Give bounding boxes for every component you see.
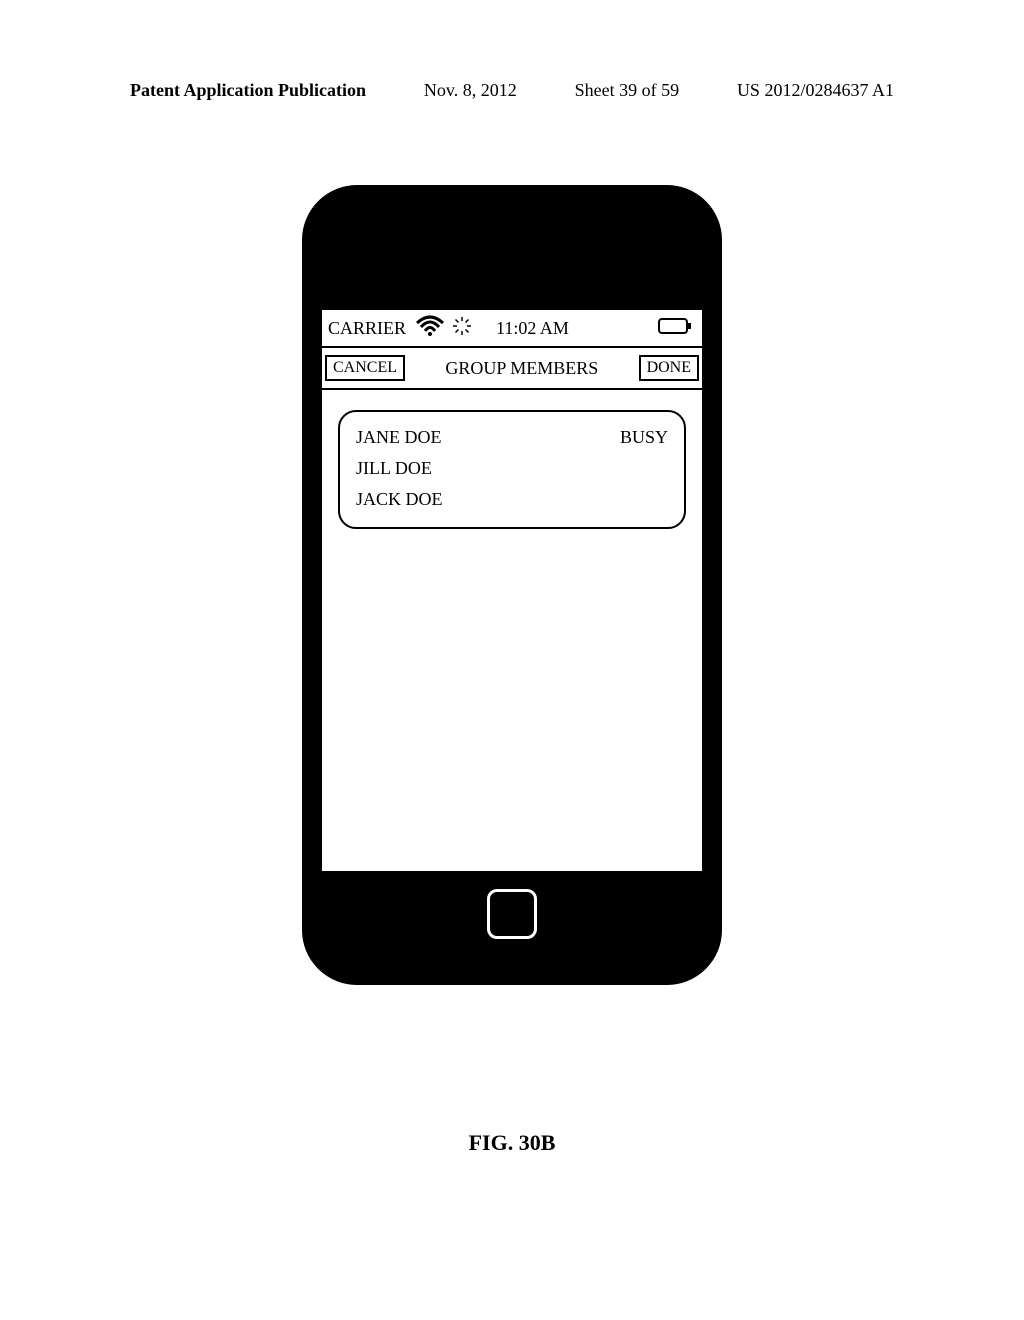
publication-date: Nov. 8, 2012 bbox=[424, 80, 517, 101]
nav-title: GROUP MEMBERS bbox=[405, 358, 639, 379]
sheet-number: Sheet 39 of 59 bbox=[575, 80, 679, 101]
phone-screen: CARRIER bbox=[320, 308, 704, 873]
list-item[interactable]: JANE DOE BUSY bbox=[354, 422, 670, 453]
clock-label: 11:02 AM bbox=[496, 318, 569, 339]
nav-bar: CANCEL GROUP MEMBERS DONE bbox=[322, 348, 702, 390]
member-status: BUSY bbox=[620, 427, 668, 448]
status-bar: CARRIER bbox=[322, 310, 702, 348]
activity-icon bbox=[452, 316, 472, 341]
done-button[interactable]: DONE bbox=[639, 355, 699, 381]
document-number: US 2012/0284637 A1 bbox=[737, 80, 894, 101]
battery-icon bbox=[658, 318, 692, 339]
phone-body: CARRIER bbox=[302, 185, 722, 985]
wifi-icon bbox=[416, 315, 444, 342]
member-name: JILL DOE bbox=[356, 458, 432, 479]
members-list: JANE DOE BUSY JILL DOE JACK DOE bbox=[338, 410, 686, 529]
figure-label: FIG. 30B bbox=[0, 1130, 1024, 1156]
home-button[interactable] bbox=[487, 889, 537, 939]
phone-figure: CARRIER bbox=[302, 185, 722, 985]
cancel-button[interactable]: CANCEL bbox=[325, 355, 405, 381]
list-item[interactable]: JACK DOE bbox=[354, 484, 670, 515]
publication-label: Patent Application Publication bbox=[130, 80, 366, 101]
carrier-label: CARRIER bbox=[328, 318, 406, 339]
page-header: Patent Application Publication Nov. 8, 2… bbox=[130, 80, 894, 101]
member-name: JANE DOE bbox=[356, 427, 442, 448]
member-name: JACK DOE bbox=[356, 489, 443, 510]
list-item[interactable]: JILL DOE bbox=[354, 453, 670, 484]
